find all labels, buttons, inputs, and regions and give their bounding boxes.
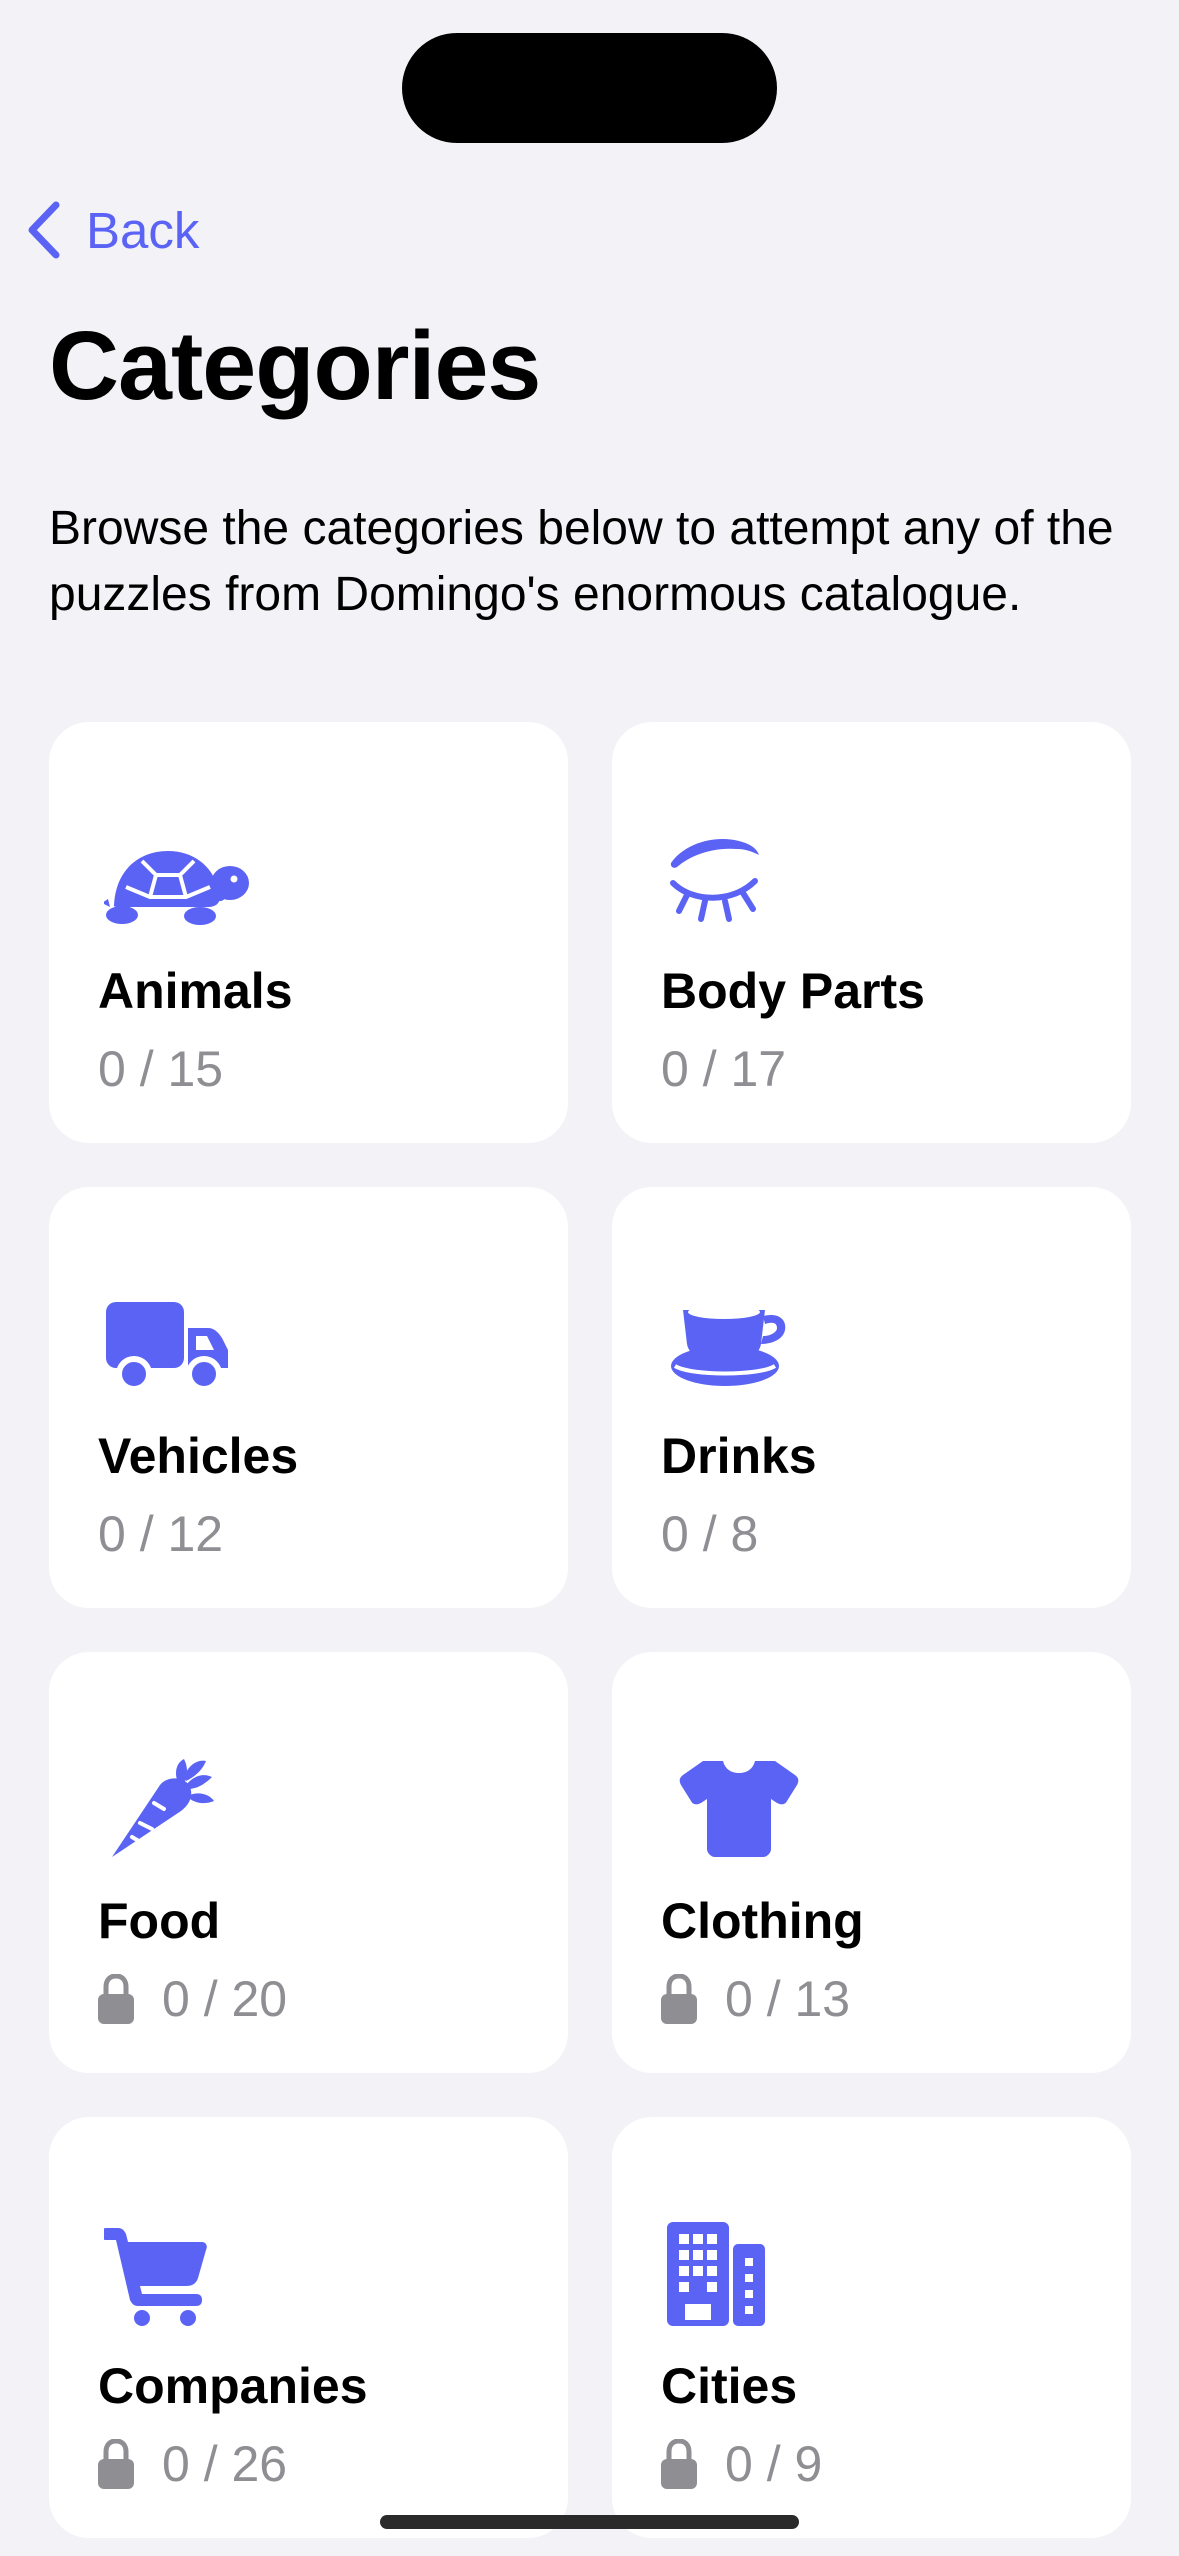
category-card-clothing[interactable]: Clothing 0 / 13 — [612, 1652, 1131, 2073]
tshirt-icon — [667, 1757, 812, 1862]
page-title: Categories — [49, 311, 541, 420]
lock-icon — [98, 1974, 134, 2024]
cup-and-saucer-icon — [667, 1292, 812, 1397]
lock-icon — [98, 2439, 134, 2489]
truck-icon — [104, 1292, 249, 1397]
category-name: Vehicles — [98, 1428, 299, 1484]
lock-icon — [661, 1974, 697, 2024]
dynamic-island — [402, 33, 777, 143]
category-progress-row: 0 / 9 — [661, 2435, 822, 2493]
category-progress-row: 0 / 8 — [661, 1505, 758, 1563]
category-name: Cities — [661, 2358, 798, 2414]
category-name: Companies — [98, 2358, 368, 2414]
lock-icon — [661, 2439, 697, 2489]
tortoise-icon — [104, 827, 249, 932]
home-indicator[interactable] — [380, 2515, 799, 2529]
building-icon — [667, 2222, 812, 2327]
category-card-companies[interactable]: Companies 0 / 26 — [49, 2117, 568, 2538]
category-grid: Animals 0 / 15 Body Parts 0 / 17 Vehicle… — [49, 722, 1131, 2538]
category-progress-row: 0 / 12 — [98, 1505, 223, 1563]
category-name: Body Parts — [661, 963, 925, 1019]
back-button[interactable]: Back — [24, 190, 199, 270]
category-name: Clothing — [661, 1893, 864, 1949]
page-description: Browse the categories below to attempt a… — [49, 502, 1114, 621]
category-progress-row: 0 / 13 — [661, 1970, 850, 2028]
chevron-left-icon — [28, 201, 60, 259]
category-progress: 0 / 13 — [725, 1971, 851, 2027]
carrot-icon — [104, 1757, 249, 1862]
category-card-animals[interactable]: Animals 0 / 15 — [49, 722, 568, 1143]
category-progress: 0 / 26 — [162, 2436, 288, 2492]
category-card-cities[interactable]: Cities 0 / 9 — [612, 2117, 1131, 2538]
category-progress-row: 0 / 20 — [98, 1970, 287, 2028]
category-progress-row: 0 / 26 — [98, 2435, 287, 2493]
category-card-drinks[interactable]: Drinks 0 / 8 — [612, 1187, 1131, 1608]
category-progress-row: 0 / 17 — [661, 1040, 786, 1098]
category-name: Animals — [98, 963, 293, 1019]
category-progress: 0 / 12 — [98, 1506, 224, 1562]
category-name: Food — [98, 1893, 221, 1949]
category-card-vehicles[interactable]: Vehicles 0 / 12 — [49, 1187, 568, 1608]
category-progress: 0 / 20 — [162, 1971, 288, 2027]
category-progress: 0 / 17 — [661, 1041, 787, 1097]
category-progress: 0 / 15 — [98, 1041, 224, 1097]
category-progress-row: 0 / 15 — [98, 1040, 223, 1098]
category-progress: 0 / 8 — [661, 1506, 759, 1562]
category-name: Drinks — [661, 1428, 817, 1484]
eye-icon — [667, 827, 812, 932]
category-progress: 0 / 9 — [725, 2436, 823, 2492]
category-card-body-parts[interactable]: Body Parts 0 / 17 — [612, 722, 1131, 1143]
category-card-food[interactable]: Food 0 / 20 — [49, 1652, 568, 2073]
cart-icon — [104, 2222, 249, 2327]
back-label: Back — [86, 201, 200, 259]
